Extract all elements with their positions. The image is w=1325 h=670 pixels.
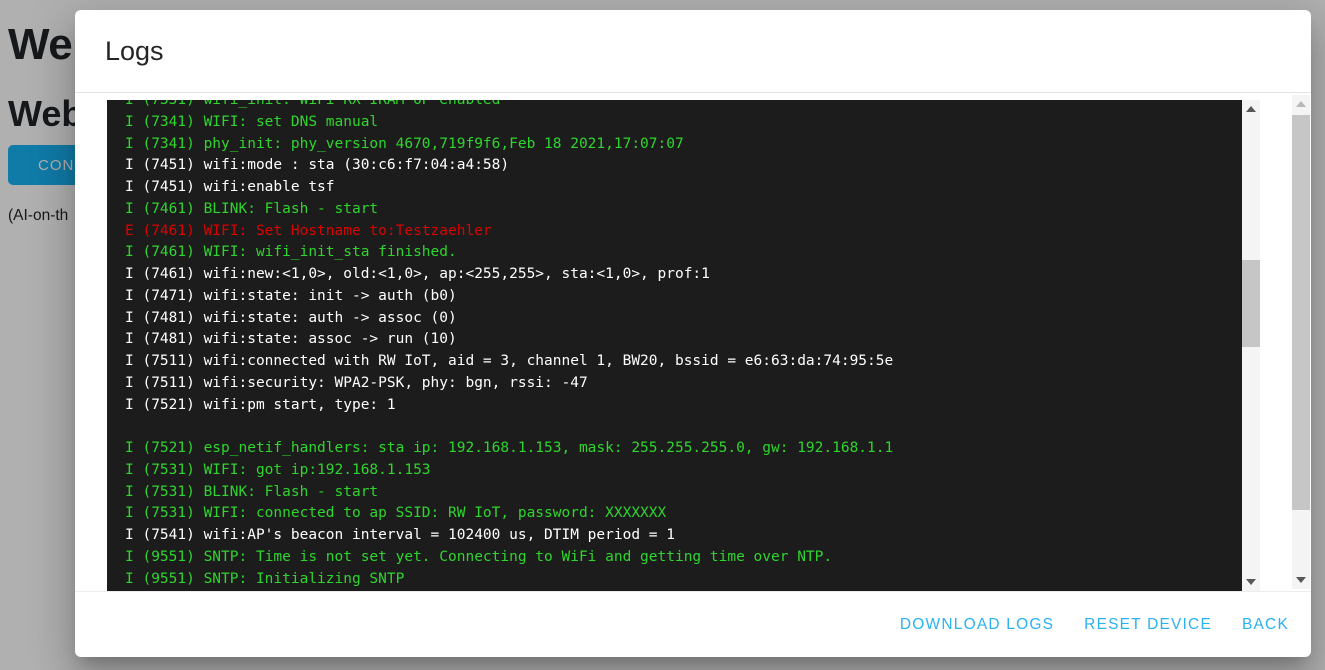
log-line: I (7331) wifi_init: WiFi RX IRAM OP enab… [125,100,1234,112]
reset-device-button[interactable]: RESET DEVICE [1076,610,1220,640]
log-line [125,416,1234,438]
log-line: I (7461) BLINK: Flash - start [125,199,1234,221]
dialog-header: Logs [75,10,1311,93]
back-button[interactable]: BACK [1234,610,1297,640]
dialog-body: I (7331) wifi_init: WiFi RX IRAM OP enab… [75,94,1311,592]
log-line: I (7531) WIFI: connected to ap SSID: RW … [125,503,1234,525]
log-line: I (7531) WIFI: got ip:192.168.1.153 [125,460,1234,482]
log-line: I (7451) wifi:enable tsf [125,177,1234,199]
log-line: I (7521) wifi:pm start, type: 1 [125,395,1234,417]
log-line: I (7481) wifi:state: assoc -> run (10) [125,329,1234,351]
log-line: I (7511) wifi:security: WPA2-PSK, phy: b… [125,373,1234,395]
log-line: I (7451) wifi:mode : sta (30:c6:f7:04:a4… [125,155,1234,177]
scroll-down-arrow-icon [1296,577,1306,583]
download-logs-button[interactable]: DOWNLOAD LOGS [892,610,1062,640]
log-line: I (7481) wifi:state: auth -> assoc (0) [125,308,1234,330]
logs-dialog: Logs I (7331) wifi_init: WiFi RX IRAM OP… [75,10,1311,657]
log-line: E (7461) WIFI: Set Hostname to:Testzaehl… [125,221,1234,243]
dialog-scroll-up-button[interactable] [1292,96,1310,112]
scroll-up-arrow-icon [1246,106,1256,112]
log-scrollbar[interactable] [1242,100,1260,591]
dialog-scrollbar[interactable] [1292,95,1310,589]
scroll-down-arrow-icon [1246,579,1256,585]
log-line: I (7471) wifi:state: init -> auth (b0) [125,286,1234,308]
dialog-title: Logs [105,36,164,67]
log-line: I (7521) esp_netif_handlers: sta ip: 192… [125,438,1234,460]
modal-actions: DOWNLOAD LOGS RESET DEVICE BACK [75,592,1311,657]
log-line: I (9551) SNTP: Time is not set yet. Conn… [125,547,1234,569]
log-line: I (7341) phy_init: phy_version 4670,719f… [125,134,1234,156]
log-line: I (7341) WIFI: set DNS manual [125,112,1234,134]
log-line: I (7511) wifi:connected with RW IoT, aid… [125,351,1234,373]
log-line: I (7461) wifi:new:<1,0>, old:<1,0>, ap:<… [125,264,1234,286]
log-line: I (7541) wifi:AP's beacon interval = 102… [125,525,1234,547]
log-output[interactable]: I (7331) wifi_init: WiFi RX IRAM OP enab… [107,100,1260,591]
log-line: I (7461) WIFI: wifi_init_sta finished. [125,242,1234,264]
log-scrollbar-thumb[interactable] [1242,260,1260,347]
log-scroll-up-button[interactable] [1242,101,1260,117]
dialog-scroll-down-button[interactable] [1292,572,1310,588]
scroll-up-arrow-icon [1296,101,1306,107]
log-line: I (7531) BLINK: Flash - start [125,482,1234,504]
log-scroll-down-button[interactable] [1242,574,1260,590]
dialog-scrollbar-thumb[interactable] [1292,115,1310,510]
log-output-content: I (7331) wifi_init: WiFi RX IRAM OP enab… [107,100,1260,590]
log-line: I (9551) SNTP: Initializing SNTP [125,569,1234,591]
